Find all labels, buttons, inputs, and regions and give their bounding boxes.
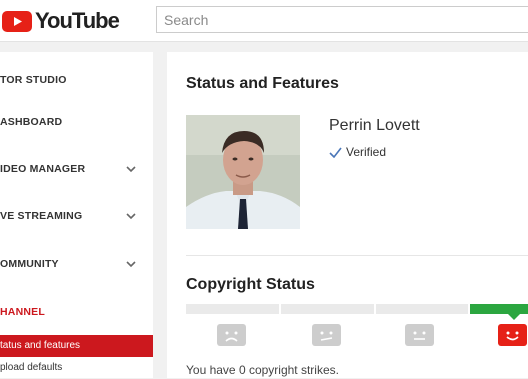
sidebar: TOR STUDIO ASHBOARD IDEO MANAGER VE STRE… <box>0 52 153 378</box>
strike-level-bar <box>376 304 468 314</box>
youtube-logo[interactable]: YouTube <box>2 7 120 35</box>
channel-avatar <box>186 115 300 229</box>
happy-face-icon <box>498 324 527 346</box>
sidebar-item-label: VE STREAMING <box>0 210 83 222</box>
sidebar-item-label: ASHBOARD <box>0 116 63 128</box>
sidebar-subitem-label: tatus and features <box>0 340 81 351</box>
top-bar: YouTube <box>0 0 528 42</box>
chevron-down-icon[interactable] <box>125 210 137 222</box>
youtube-play-icon <box>2 10 32 32</box>
strike-level-bar <box>186 304 279 314</box>
strike-level-bar <box>281 304 374 314</box>
search-input[interactable] <box>157 7 528 32</box>
sidebar-item-label: IDEO MANAGER <box>0 163 86 175</box>
channel-name: Perrin Lovett <box>329 117 420 134</box>
sidebar-subitem-label: pload defaults <box>0 362 63 373</box>
sidebar-item-label: TOR STUDIO <box>0 74 67 86</box>
sidebar-item-label: OMMUNITY <box>0 258 59 270</box>
verified-status: Verified <box>329 145 386 159</box>
sidebar-subitem-status-and-features[interactable]: tatus and features <box>0 335 153 357</box>
unhappy-face-icon <box>312 324 341 346</box>
sidebar-item-label: HANNEL <box>0 306 45 318</box>
main-panel: Status and Features Perrin Lovett Verifi… <box>167 52 528 378</box>
sidebar-subitem-upload-defaults[interactable]: pload defaults <box>0 357 153 379</box>
current-status-pointer <box>508 314 520 320</box>
checkmark-icon <box>329 147 342 158</box>
copyright-status-title: Copyright Status <box>186 276 315 293</box>
search-box[interactable] <box>156 6 528 33</box>
chevron-down-icon[interactable] <box>125 258 137 270</box>
sad-face-icon <box>217 324 246 346</box>
page-title: Status and Features <box>186 75 339 92</box>
chevron-down-icon[interactable] <box>125 163 137 175</box>
neutral-face-icon <box>405 324 434 346</box>
copyright-strikes-text: You have 0 copyright strikes. <box>186 363 339 377</box>
avatar-photo <box>186 115 300 229</box>
section-divider <box>186 255 528 256</box>
logo-wordmark: YouTube <box>35 8 120 33</box>
verified-label: Verified <box>346 145 387 159</box>
strike-level-bar-current <box>470 304 528 314</box>
